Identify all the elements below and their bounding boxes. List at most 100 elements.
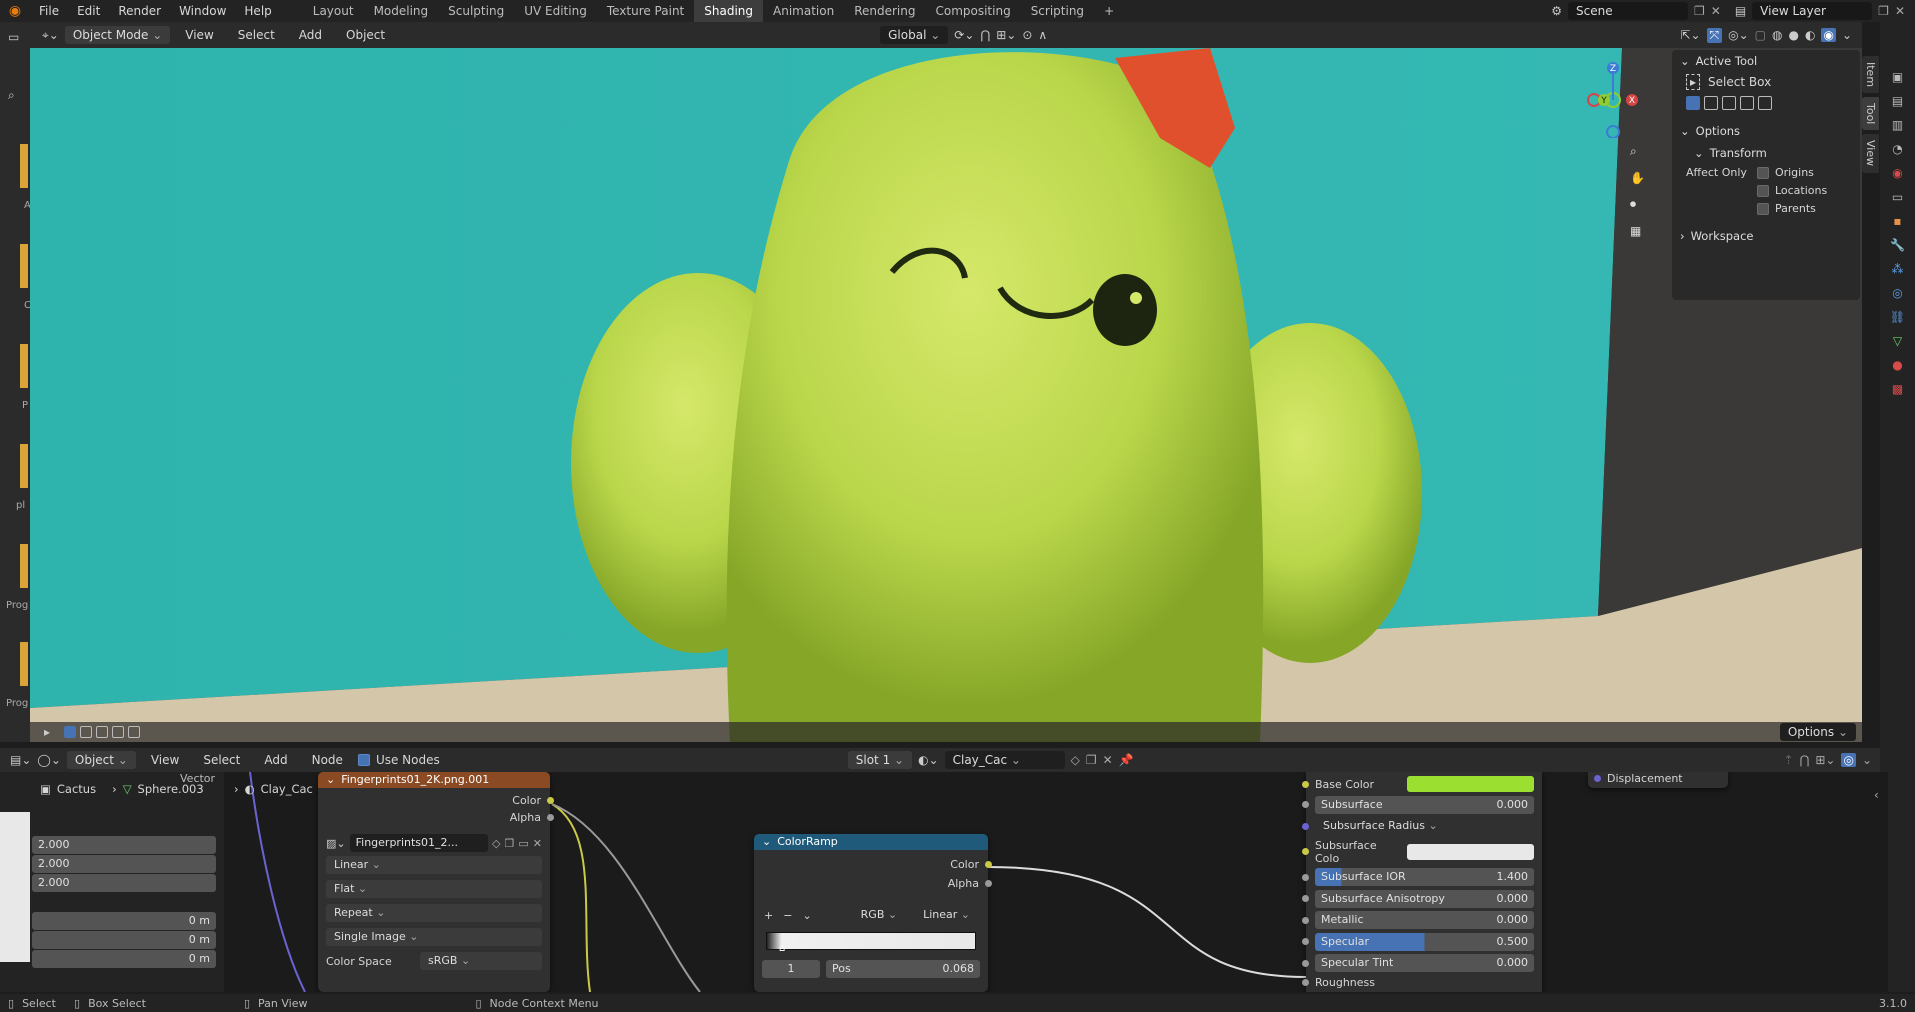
parent-node-tree-icon[interactable]: ⇡ bbox=[1783, 753, 1793, 767]
menu-view[interactable]: View bbox=[176, 24, 222, 46]
file-thumbnail[interactable] bbox=[20, 642, 28, 686]
file-thumbnail[interactable] bbox=[20, 344, 28, 388]
solid-shading-icon[interactable]: ● bbox=[1788, 28, 1798, 42]
menu-help[interactable]: Help bbox=[235, 0, 280, 22]
select-tool-icon[interactable]: ⇱⌄ bbox=[1680, 28, 1700, 42]
menu-file[interactable]: File bbox=[30, 0, 68, 22]
ramp-interpolation-dropdown[interactable]: Linear bbox=[915, 906, 978, 924]
subsurface-color-socket[interactable] bbox=[1302, 848, 1309, 855]
view-layer-field[interactable]: View Layer bbox=[1752, 2, 1873, 20]
subsurface-color-swatch[interactable] bbox=[1407, 843, 1534, 860]
blender-logo-icon[interactable]: ◉ bbox=[0, 3, 30, 19]
base-color-swatch[interactable] bbox=[1407, 776, 1534, 792]
tab-item[interactable]: Item bbox=[1862, 56, 1879, 94]
file-thumbnail[interactable] bbox=[20, 244, 28, 288]
file-thumbnail[interactable] bbox=[20, 544, 28, 588]
fake-user-icon[interactable]: ◇ bbox=[492, 837, 500, 850]
menu-add[interactable]: Add bbox=[255, 749, 296, 771]
breadcrumb-object[interactable]: Cactus bbox=[57, 782, 96, 796]
material-tab-icon[interactable]: ● bbox=[1892, 358, 1902, 372]
specular-tint-field[interactable]: Specular Tint 0.000 bbox=[1315, 954, 1534, 972]
ramp-menu-icon[interactable]: ⌄ bbox=[802, 909, 811, 922]
menu-select[interactable]: Select bbox=[194, 749, 249, 771]
roughness-socket[interactable] bbox=[1302, 978, 1309, 986]
object-tab-icon[interactable]: ▪ bbox=[1893, 214, 1901, 228]
tab-animation[interactable]: Animation bbox=[763, 0, 844, 22]
data-tab-icon[interactable]: ▽ bbox=[1893, 334, 1902, 348]
mode-new-icon[interactable] bbox=[1686, 96, 1700, 110]
proportional-edit-icon[interactable]: ⊙ bbox=[1022, 28, 1032, 42]
render-tab-icon[interactable]: ▣ bbox=[1892, 70, 1903, 84]
shading-options-icon[interactable]: ⌄ bbox=[1842, 28, 1852, 42]
material-shading-icon[interactable]: ◐ bbox=[1805, 28, 1815, 42]
menu-edit[interactable]: Edit bbox=[68, 0, 109, 22]
output-tab-icon[interactable]: ▤ bbox=[1892, 94, 1903, 108]
image-texture-node[interactable]: ⌄ Fingerprints01_2K.png.001 Color Alpha ▨… bbox=[318, 772, 554, 992]
principled-bsdf-node[interactable]: Base Color Subsurface 0.000 Subsurface Ra… bbox=[1302, 772, 1542, 992]
select-box-tool-icon[interactable]: ▸ bbox=[1686, 74, 1701, 90]
remove-stop-icon[interactable]: − bbox=[783, 909, 792, 922]
scale-z-field[interactable]: 2.000 bbox=[32, 874, 216, 892]
tab-shading[interactable]: Shading bbox=[694, 0, 763, 22]
tab-modeling[interactable]: Modeling bbox=[364, 0, 439, 22]
material-name-field[interactable]: Clay_Cac bbox=[944, 751, 1065, 769]
metallic-field[interactable]: Metallic 0.000 bbox=[1315, 911, 1534, 929]
colorramp-node[interactable]: ⌄ColorRamp Color Alpha + − ⌄ RGB Linear … bbox=[754, 834, 992, 992]
zoom-icon[interactable]: ⌕ bbox=[1630, 144, 1654, 159]
slot-dropdown[interactable]: Slot 1 bbox=[847, 751, 913, 769]
offset-x-field[interactable]: 0 m bbox=[32, 912, 216, 930]
pin-icon[interactable]: 📌 bbox=[1119, 753, 1134, 767]
ramp-stop-handle[interactable]: ⌂ bbox=[779, 943, 785, 954]
displacement-socket[interactable] bbox=[1594, 775, 1601, 782]
tab-texture-paint[interactable]: Texture Paint bbox=[597, 0, 694, 22]
subsurface-socket[interactable] bbox=[1302, 801, 1309, 808]
transform-header[interactable]: ⌄ Transform bbox=[1672, 142, 1860, 164]
specular-field[interactable]: Specular 0.500 bbox=[1315, 932, 1534, 951]
menu-object[interactable]: Object bbox=[337, 24, 394, 46]
physics-tab-icon[interactable]: ◎ bbox=[1892, 286, 1902, 300]
stop-position-field[interactable]: Pos 0.068 bbox=[826, 960, 980, 978]
mode-extend-icon[interactable] bbox=[80, 726, 93, 738]
new-image-icon[interactable]: ❐ bbox=[505, 837, 515, 850]
shader-node-editor[interactable]: Vector ▣ Cactus › ▽ Sphere.003 2.000 2.0… bbox=[0, 772, 1888, 992]
origins-checkbox[interactable] bbox=[1756, 166, 1769, 179]
use-nodes-checkbox[interactable] bbox=[357, 754, 370, 766]
active-tool-header[interactable]: ⌄ Active Tool bbox=[1672, 50, 1860, 72]
image-browse-icon[interactable]: ▨⌄ bbox=[326, 837, 346, 850]
scene-field[interactable]: Scene bbox=[1568, 2, 1688, 20]
mode-intersect-icon[interactable] bbox=[1758, 96, 1772, 110]
tab-tool[interactable]: Tool bbox=[1862, 97, 1879, 131]
options-dropdown[interactable]: Options bbox=[1779, 723, 1856, 741]
axis-gizmo-icon[interactable]: Z X Y bbox=[1580, 58, 1650, 139]
subsurface-aniso-socket[interactable] bbox=[1302, 895, 1309, 902]
file-thumbnail[interactable] bbox=[20, 144, 28, 188]
menu-render[interactable]: Render bbox=[109, 0, 170, 22]
subsurface-ior-socket[interactable] bbox=[1302, 873, 1309, 881]
xray-icon[interactable]: ▢ bbox=[1755, 28, 1766, 42]
search-icon[interactable]: ⌕ bbox=[8, 88, 15, 103]
offset-z-field[interactable]: 0 m bbox=[32, 950, 216, 968]
menu-add[interactable]: Add bbox=[290, 24, 331, 46]
scene-tab-icon[interactable]: ◔ bbox=[1892, 142, 1902, 156]
color-mode-dropdown[interactable]: RGB bbox=[852, 906, 906, 924]
tab-rendering[interactable]: Rendering bbox=[844, 0, 925, 22]
add-stop-icon[interactable]: + bbox=[764, 909, 773, 922]
editor-type-icon[interactable]: ⌖⌄ bbox=[42, 28, 59, 43]
mode-invert-icon[interactable] bbox=[1740, 96, 1754, 110]
falloff-icon[interactable]: ∧ bbox=[1038, 28, 1047, 42]
world-tab-icon[interactable]: ◉ bbox=[1892, 166, 1902, 180]
mode-subtract-icon[interactable] bbox=[96, 726, 109, 738]
pan-hand-icon[interactable]: ✋ bbox=[1630, 171, 1654, 185]
subsurface-field[interactable]: Subsurface 0.000 bbox=[1315, 795, 1534, 814]
cursor-tool-icon[interactable]: ▸ bbox=[44, 725, 50, 739]
offset-y-field[interactable]: 0 m bbox=[32, 931, 216, 949]
interpolation-dropdown[interactable]: Linear bbox=[326, 856, 542, 874]
color-space-dropdown[interactable]: sRGB bbox=[420, 952, 542, 970]
object-shader-dropdown[interactable]: Object bbox=[66, 751, 136, 769]
folder-icon[interactable]: ▭ bbox=[8, 30, 19, 44]
fake-user-icon[interactable]: ◇ bbox=[1071, 753, 1080, 767]
subsurface-radius-socket[interactable] bbox=[1302, 822, 1309, 830]
new-view-layer-icon[interactable]: ❐ bbox=[1878, 4, 1889, 18]
modifier-tab-icon[interactable]: 🔧 bbox=[1890, 238, 1905, 252]
transform-orientation-dropdown[interactable]: Global bbox=[880, 26, 949, 44]
